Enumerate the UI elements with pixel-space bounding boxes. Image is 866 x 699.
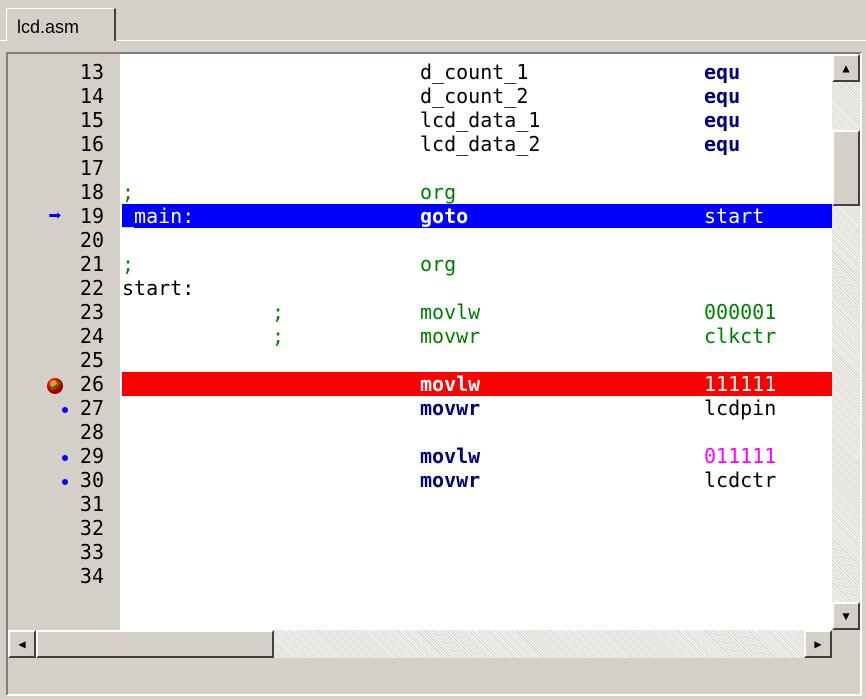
code-operand: equ [704, 108, 741, 132]
line-number: 21 [79, 252, 104, 276]
code-operand: 000001 [704, 300, 777, 324]
scroll-up-button[interactable]: ▲ [832, 54, 860, 82]
line-number: 34 [79, 564, 104, 588]
line-number: 26 [79, 372, 104, 396]
code-line[interactable]: 22 start: [0, 276, 826, 300]
code-operand: equ [704, 132, 741, 156]
code-line[interactable]: 13 d_count_1 equ [0, 60, 826, 84]
line-number: 17 [79, 156, 104, 180]
code-instruction: movlw [420, 372, 481, 396]
code-line[interactable]: 15 lcd_data_1 equ [0, 108, 826, 132]
scrollbar-corner [832, 630, 860, 658]
line-number: 31 [79, 492, 104, 516]
code-instruction: lcd_data_2 [420, 132, 541, 156]
code-instruction: goto [420, 204, 469, 228]
code-instruction: d_count_2 [420, 84, 529, 108]
code-line[interactable]: 18; org [0, 180, 826, 204]
code-line[interactable]: 34 [0, 564, 826, 588]
code-operand: lcdctr [704, 468, 777, 492]
code-line[interactable]: 28 [0, 420, 826, 444]
code-operand: 111111 [704, 372, 777, 396]
line-number: 13 [79, 60, 104, 84]
code-line[interactable]: 31 [0, 492, 826, 516]
code-line[interactable]: 14 d_count_2 equ [0, 84, 826, 108]
scroll-left-button[interactable]: ◀ [8, 630, 36, 658]
code-line[interactable]: 21; org [0, 252, 826, 276]
code-instruction: movwr [420, 324, 481, 348]
code-instruction: d_count_1 [420, 60, 529, 84]
code-line[interactable]: 33 [0, 540, 826, 564]
code-line[interactable]: 32 [0, 516, 826, 540]
code-instruction: movwr [420, 468, 481, 492]
code-label: ; [122, 180, 135, 204]
code-label: ; [122, 252, 135, 276]
code-line[interactable]: 17 [0, 156, 826, 180]
code-line[interactable]: 25 [0, 348, 826, 372]
line-number: 27 [79, 396, 104, 420]
code-line[interactable]: 27 movwr lcdpin [0, 396, 826, 420]
scroll-down-button[interactable]: ▼ [832, 602, 860, 630]
line-number: 16 [79, 132, 104, 156]
code-instruction: movlw [420, 300, 481, 324]
line-number: 15 [79, 108, 104, 132]
arrow-left-icon: ◀ [18, 637, 26, 651]
code-comment: ; [272, 300, 285, 324]
line-number: 22 [79, 276, 104, 300]
code-instruction: movlw [420, 444, 481, 468]
line-number: 28 [79, 420, 104, 444]
code-operand: start [704, 204, 765, 228]
code-instruction: lcd_data_1 [420, 108, 541, 132]
line-number: 23 [79, 300, 104, 324]
line-number: 24 [79, 324, 104, 348]
code-operand: 011111 [704, 444, 777, 468]
code-operand: clkctr [704, 324, 777, 348]
code-line[interactable]: 30 movwr lcdctr [0, 468, 826, 492]
arrow-up-icon: ▲ [842, 61, 850, 75]
code-line[interactable]: 26 movlw 111111 [0, 372, 832, 396]
line-number: 18 [79, 180, 104, 204]
code-line[interactable]: ➡ 19 _main: goto start [0, 204, 832, 229]
code-instruction: org [420, 180, 457, 204]
code-line[interactable]: 24; movwr clkctr [0, 324, 826, 348]
code-instruction: movwr [420, 396, 481, 420]
line-number: 33 [79, 540, 104, 564]
code-label: _main: [122, 204, 195, 228]
code-operand: equ [704, 60, 741, 84]
arrow-right-icon: ▶ [814, 637, 822, 651]
code-operand: lcdpin [704, 396, 777, 420]
code-line[interactable]: 29 movlw 011111 [0, 444, 826, 468]
code-label: start: [122, 276, 195, 300]
line-number: 14 [79, 84, 104, 108]
line-number: 30 [79, 468, 104, 492]
code-comment: ; [272, 324, 285, 348]
code-operand: equ [704, 84, 741, 108]
line-number: 25 [79, 348, 104, 372]
tab-lcd-asm[interactable]: lcd.asm [6, 8, 116, 41]
vertical-scroll-thumb[interactable] [832, 130, 860, 206]
scroll-right-button[interactable]: ▶ [804, 630, 832, 658]
line-number: 19 [79, 204, 104, 228]
horizontal-scroll-thumb[interactable] [36, 630, 274, 658]
line-number: 29 [79, 444, 104, 468]
line-number: 20 [79, 228, 104, 252]
code-line[interactable]: 23; movlw 000001 [0, 300, 826, 324]
code-line[interactable]: 20 [0, 228, 826, 252]
code-instruction: org [420, 252, 457, 276]
tab-bar: lcd.asm [0, 0, 866, 41]
code-line[interactable]: 16 lcd_data_2 equ [0, 132, 826, 156]
line-number: 32 [79, 516, 104, 540]
arrow-down-icon: ▼ [842, 609, 850, 623]
